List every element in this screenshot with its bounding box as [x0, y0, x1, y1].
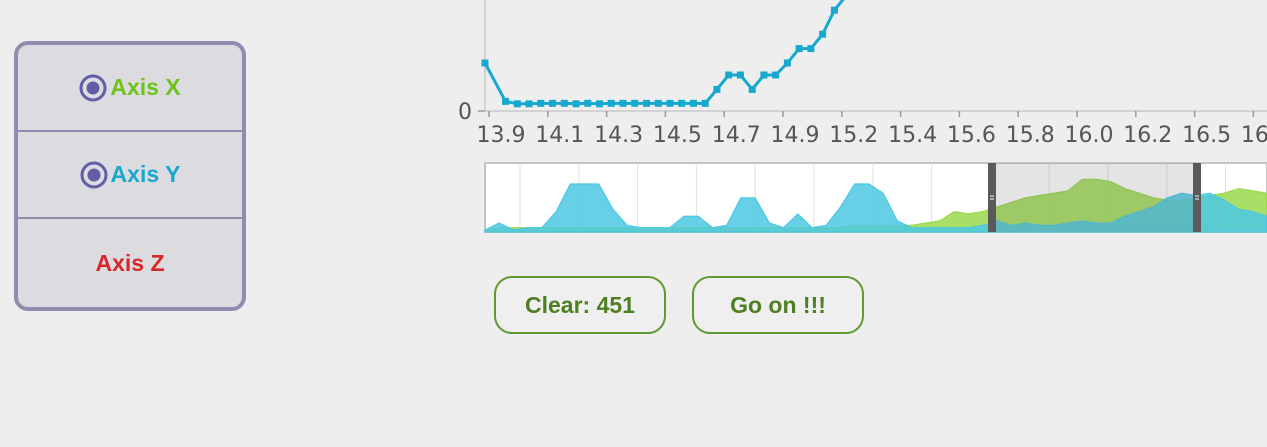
data-point	[689, 99, 697, 107]
x-tick-label: 14.5	[653, 123, 702, 148]
data-point	[772, 71, 780, 79]
data-point	[596, 100, 604, 108]
data-point	[701, 99, 709, 107]
data-point	[748, 85, 756, 93]
x-tick-label: 16.2	[1123, 123, 1172, 148]
radio-selected-icon	[79, 74, 107, 101]
x-tick-label: 15.8	[1006, 123, 1055, 148]
data-point	[619, 99, 627, 107]
data-point	[584, 99, 592, 107]
data-point	[502, 97, 510, 105]
data-point	[631, 99, 639, 107]
data-point	[642, 99, 650, 107]
axis-z-option[interactable]: Axis Z	[18, 219, 242, 307]
data-point	[572, 100, 580, 108]
data-point	[807, 45, 815, 53]
x-tick-label: 16.0	[1065, 123, 1114, 148]
axis-y-label: Axis Y	[110, 161, 181, 187]
data-point	[525, 100, 533, 108]
data-point	[713, 85, 721, 93]
data-point	[830, 6, 838, 14]
x-tick-label: 14.7	[712, 123, 761, 148]
y-tick-label: 0	[458, 100, 472, 125]
radio-selected-icon	[80, 161, 108, 188]
axis-z-label: Axis Z	[95, 249, 165, 276]
x-tick-label: 16.7	[1241, 123, 1267, 148]
data-point	[607, 99, 615, 107]
axis-x-label: Axis X	[110, 74, 181, 100]
x-tick-label: 15.2	[829, 123, 878, 148]
x-tick-label: 14.1	[535, 123, 584, 148]
data-point	[795, 45, 803, 53]
data-point	[736, 71, 744, 79]
x-tick-label: 14.3	[594, 123, 643, 148]
series-line	[483, 0, 845, 106]
data-point	[783, 59, 791, 67]
x-tick-label: 15.4	[888, 123, 937, 148]
data-point	[725, 71, 733, 79]
go-on-button[interactable]: Go on !!!	[692, 276, 864, 334]
data-point	[560, 99, 568, 107]
data-point	[666, 99, 674, 107]
data-point	[654, 99, 662, 107]
data-point	[513, 100, 521, 108]
data-point	[481, 59, 489, 67]
data-point	[549, 99, 557, 107]
x-tick-label: 14.9	[771, 123, 820, 148]
navigator-left-handle[interactable]	[988, 163, 996, 232]
axis-selector-panel: Axis X Axis Y Axis Z	[14, 41, 246, 311]
data-point	[760, 71, 768, 79]
data-point	[678, 99, 686, 107]
navigator-selection	[992, 163, 1197, 232]
axis-x-option[interactable]: Axis X	[18, 45, 242, 132]
clear-button[interactable]: Clear: 451	[494, 276, 666, 334]
main-plot: 013.9 14.1 14.3 14.5 14.7 14.9 15.2 15.4 15.6 15.…	[458, 0, 1267, 148]
data-point	[537, 99, 545, 107]
x-tick-label: 16.5	[1182, 123, 1231, 148]
data-point	[819, 30, 827, 38]
navigator[interactable]	[484, 162, 1267, 233]
x-tick-label: 13.9	[477, 123, 526, 148]
x-tick-label: 15.6	[947, 123, 996, 148]
navigator-right-handle[interactable]	[1193, 163, 1201, 232]
axis-y-option[interactable]: Axis Y	[18, 132, 242, 219]
